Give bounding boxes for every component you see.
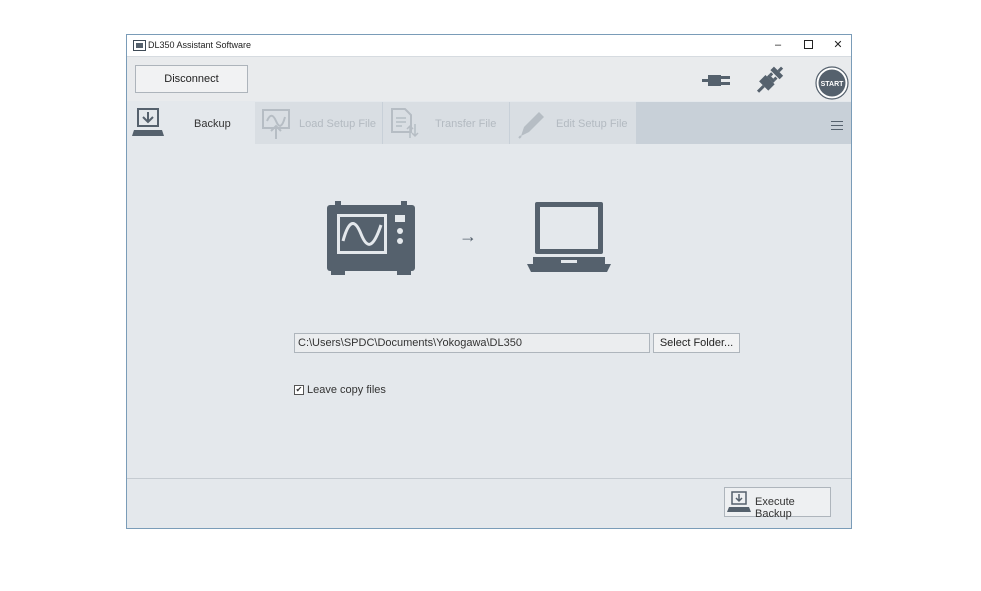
close-button[interactable]: ✕	[823, 35, 853, 56]
title-bar: DL350 Assistant Software – ✕	[127, 35, 851, 57]
plug-icon[interactable]	[702, 69, 736, 91]
tab-load-setup-file[interactable]: Load Setup File	[255, 102, 382, 144]
leave-copy-checkbox[interactable]: ✔	[294, 385, 304, 395]
laptop-icon	[527, 202, 611, 272]
recorder-device-icon	[327, 201, 415, 275]
tab-transfer-file-label: Transfer File	[435, 118, 497, 130]
svg-text:START: START	[821, 81, 845, 88]
arrow-right-icon: →	[459, 226, 477, 246]
load-setup-icon	[262, 109, 290, 139]
footer-divider	[127, 478, 851, 479]
menu-icon[interactable]	[831, 121, 843, 130]
start-icon: START	[815, 66, 849, 100]
toolbar: Disconnect START	[127, 57, 851, 101]
tab-load-setup-file-label: Load Setup File	[299, 118, 377, 130]
backup-icon	[727, 491, 751, 512]
disconnect-button[interactable]: Disconnect	[135, 65, 248, 93]
tab-transfer-file[interactable]: Transfer File	[383, 102, 509, 144]
tab-backup-label: Backup	[194, 118, 231, 130]
transfer-file-icon	[391, 108, 419, 138]
leave-copy-label: Leave copy files	[307, 384, 386, 396]
connect-cable-icon[interactable]	[750, 62, 788, 98]
minimize-button[interactable]: –	[763, 35, 793, 56]
app-window: DL350 Assistant Software – ✕ Disconnect	[126, 34, 852, 529]
tab-edit-setup-file-label: Edit Setup File	[556, 118, 628, 130]
execute-backup-label: Execute Backup	[755, 496, 795, 520]
window-title: DL350 Assistant Software	[148, 40, 252, 50]
maximize-icon	[803, 39, 813, 49]
tab-bar: Backup Load Setup File Transfer File Edi…	[127, 102, 851, 144]
backup-icon	[132, 108, 164, 136]
app-icon	[133, 40, 146, 51]
start-button[interactable]: START	[815, 66, 849, 100]
select-folder-button[interactable]: Select Folder...	[653, 333, 740, 353]
tab-edit-setup-file[interactable]: Edit Setup File	[510, 102, 636, 144]
tab-backup[interactable]: Backup	[127, 102, 255, 144]
edit-pencil-icon	[518, 112, 544, 139]
folder-path-input[interactable]: C:\Users\SPDC\Documents\Yokogawa\DL350	[294, 333, 650, 353]
maximize-button[interactable]	[793, 35, 823, 56]
execute-backup-button[interactable]: Execute Backup	[724, 487, 831, 520]
